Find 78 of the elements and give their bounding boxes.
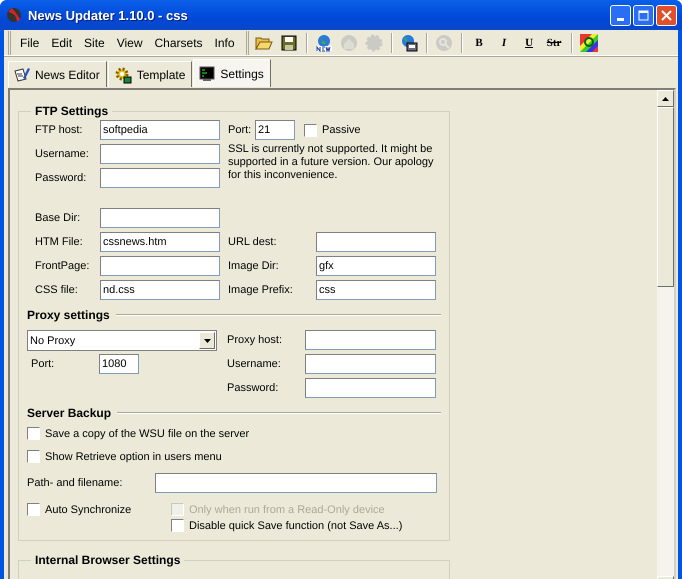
- text-field[interactable]: gfx: [316, 256, 436, 276]
- text-field[interactable]: [100, 168, 220, 188]
- terminal-icon: [199, 66, 216, 82]
- strike-button[interactable]: Str: [542, 32, 566, 54]
- field-label: URL dest:: [228, 236, 278, 248]
- house-icon: [340, 34, 358, 52]
- ssl-note: SSL is currently not supported. It might be supported in a future version. Our apology for this inconvenience.: [228, 143, 434, 182]
- field-label: Image Prefix:: [228, 284, 294, 296]
- field-label: Proxy host:: [227, 334, 284, 346]
- section-title: Proxy settings: [27, 308, 110, 322]
- text-field[interactable]: [155, 473, 437, 493]
- menu-item[interactable]: Site: [79, 34, 110, 52]
- checkbox[interactable]: Passive: [304, 124, 361, 136]
- text-field[interactable]: [316, 232, 436, 252]
- text-field[interactable]: [100, 144, 220, 164]
- text-field[interactable]: [305, 330, 436, 350]
- field-label: Port:: [31, 358, 56, 370]
- globe-icon: [315, 34, 334, 52]
- close-button[interactable]: [656, 4, 677, 26]
- search-icon: [435, 34, 454, 52]
- field-label: Password:: [35, 172, 88, 184]
- proxy-dropdown[interactable]: No Proxy: [27, 330, 217, 351]
- text-field[interactable]: [305, 354, 436, 374]
- minimize-icon: [617, 18, 624, 20]
- close-icon: [661, 10, 672, 20]
- tab[interactable]: Template: [108, 61, 192, 87]
- italic-button[interactable]: I: [492, 32, 516, 54]
- text-field[interactable]: [305, 378, 436, 398]
- underline-button[interactable]: U: [518, 32, 541, 54]
- group-title: FTP Settings: [34, 104, 110, 118]
- scrollbar[interactable]: [657, 90, 674, 579]
- text-field[interactable]: 1080: [99, 354, 139, 374]
- field-label: FrontPage:: [35, 260, 90, 272]
- tab[interactable]: Settings: [193, 59, 271, 87]
- text-field[interactable]: nd.css: [100, 280, 220, 300]
- app-icon: [6, 7, 22, 23]
- gear-icon: [365, 34, 384, 52]
- text-field[interactable]: 21: [255, 120, 295, 140]
- checkbox[interactable]: Save a copy of the WSU file on the server: [27, 427, 441, 440]
- tab[interactable]: News Editor: [8, 61, 107, 87]
- text-field[interactable]: cssnews.htm: [100, 232, 220, 252]
- checkbox[interactable]: Disable quick Save function (not Save As...): [171, 519, 402, 532]
- folder-icon: [255, 35, 274, 50]
- menu-item[interactable]: Info: [210, 34, 240, 52]
- menu-item[interactable]: View: [112, 34, 148, 52]
- menu-item[interactable]: Edit: [46, 34, 78, 52]
- field-label: FTP host:: [35, 124, 84, 136]
- text-field[interactable]: [100, 256, 220, 276]
- scroll-up-icon: [662, 96, 669, 100]
- globe-computer-icon: [400, 34, 418, 52]
- text-field[interactable]: css: [316, 280, 436, 300]
- pen-paper-icon: [14, 66, 30, 82]
- field-label: CSS file:: [35, 284, 79, 296]
- toolbar-button[interactable]: [578, 32, 601, 54]
- field-label: Password:: [227, 382, 280, 394]
- text-field[interactable]: [100, 208, 220, 228]
- field-label: Username:: [35, 148, 90, 160]
- group-title: Internal Browser Settings: [34, 553, 182, 567]
- field-label: Username:: [227, 358, 282, 370]
- field-label: Path- and filename:: [27, 477, 124, 489]
- dropdown-arrow-icon: [204, 338, 210, 342]
- text-field[interactable]: softpedia: [100, 120, 220, 140]
- color-palette-icon: [580, 34, 598, 52]
- checkbox[interactable]: Auto Synchronize: [27, 503, 132, 516]
- field-label: Base Dir:: [35, 212, 82, 224]
- menu-item[interactable]: File: [15, 34, 44, 52]
- window-title: News Updater 1.10.0 - css: [28, 8, 189, 22]
- field-label: HTM File:: [35, 236, 84, 248]
- section-title: Server Backup: [27, 406, 112, 420]
- maximize-button[interactable]: [633, 4, 654, 26]
- maximize-icon: [638, 10, 649, 20]
- checkbox[interactable]: Show Retrieve option in users menu: [27, 450, 441, 463]
- field-label: Image Dir:: [228, 260, 280, 272]
- gear-icon: [114, 66, 132, 84]
- field-label: Port:: [228, 124, 252, 136]
- minimize-button[interactable]: [610, 4, 631, 26]
- bold-button[interactable]: B: [468, 32, 491, 54]
- menu-item[interactable]: Charsets: [150, 34, 208, 52]
